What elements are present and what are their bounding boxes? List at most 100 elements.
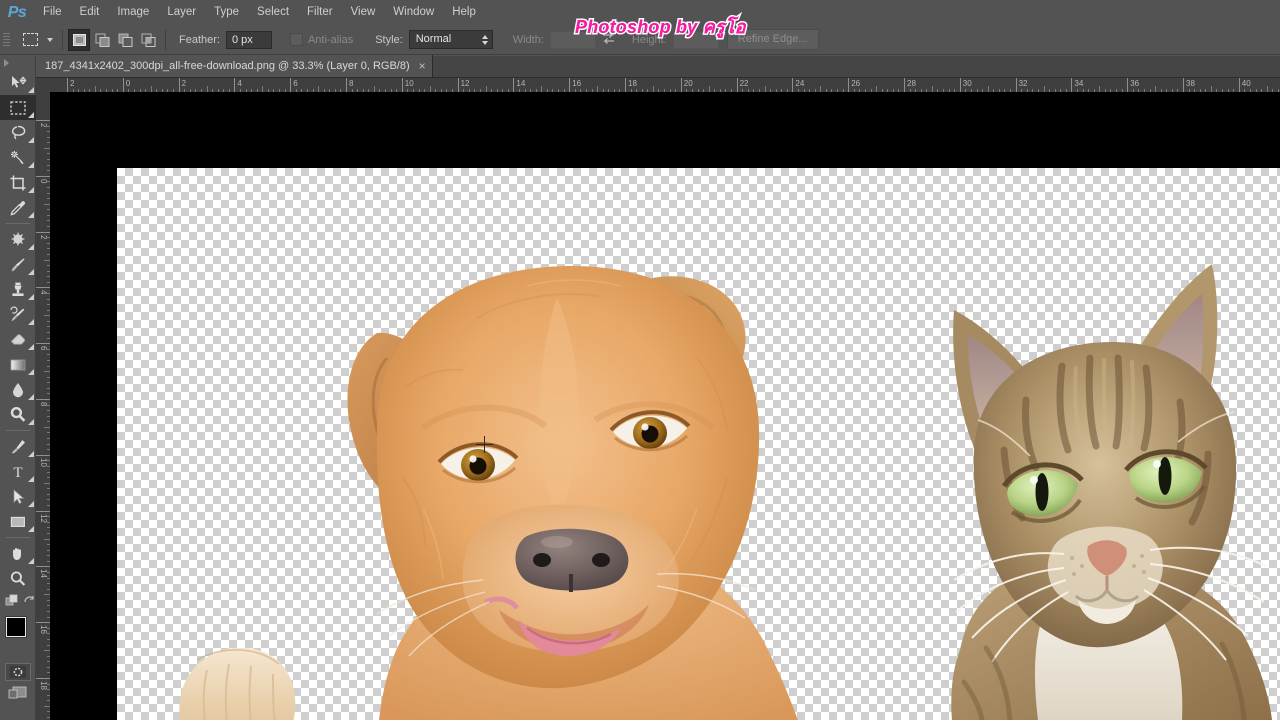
- watermark-text: Photoshop by ครูโอ: [575, 17, 746, 37]
- ruler-label: 2: [181, 79, 187, 88]
- divider: [0, 534, 35, 541]
- ruler-label: 40: [1241, 79, 1251, 88]
- rectangular-marquee-icon[interactable]: [17, 28, 43, 52]
- new-selection-button[interactable]: [68, 28, 90, 51]
- ruler-label: 4: [39, 290, 48, 295]
- menu-filter[interactable]: Filter: [298, 0, 342, 25]
- ruler-label: 14: [39, 569, 48, 579]
- close-icon[interactable]: ×: [419, 60, 426, 72]
- document-tab-bar: 187_4341x2402_300dpi_all-free-download.p…: [36, 55, 1280, 78]
- dodge-tool[interactable]: [0, 402, 36, 427]
- intersect-with-selection-button[interactable]: [137, 28, 159, 51]
- path-selection-tool[interactable]: [0, 484, 36, 509]
- ruler-label: 12: [39, 513, 48, 523]
- feather-label: Feather:: [179, 33, 220, 46]
- gradient-tool[interactable]: [0, 352, 36, 377]
- quick-mask-button[interactable]: [4, 663, 31, 681]
- brush-tool[interactable]: [0, 252, 36, 277]
- blur-tool[interactable]: [0, 377, 36, 402]
- divider: [165, 29, 166, 50]
- feather-input[interactable]: 0 px: [225, 30, 272, 49]
- ruler-label: 2: [39, 123, 48, 128]
- document-tab[interactable]: 187_4341x2402_300dpi_all-free-download.p…: [36, 55, 433, 77]
- menu-layer[interactable]: Layer: [158, 0, 205, 25]
- spot-healing-brush-tool[interactable]: [0, 227, 36, 252]
- subtract-from-selection-button[interactable]: [114, 28, 136, 51]
- rectangle-tool[interactable]: [0, 509, 36, 534]
- eraser-tool[interactable]: [0, 327, 36, 352]
- menu-view[interactable]: View: [342, 0, 385, 25]
- rectangular-marquee-tool[interactable]: [0, 95, 36, 120]
- width-label: Width:: [512, 33, 544, 46]
- clone-stamp-tool[interactable]: [0, 277, 36, 302]
- style-select-value: Normal: [415, 33, 452, 45]
- ruler-label: 16: [39, 625, 48, 635]
- tools-panel: T: [0, 56, 36, 720]
- ruler-label: 32: [1018, 79, 1028, 88]
- horizontal-ruler[interactable]: 2 0 2 4 6 8 10 12 14 16 18 20 22 24 26 28 30 32 34 36 38 40: [36, 78, 1280, 92]
- ruler-label: 34: [1074, 79, 1084, 88]
- ruler-label: 6: [39, 346, 48, 351]
- menu-help[interactable]: Help: [443, 0, 485, 25]
- ruler-label: 36: [1130, 79, 1140, 88]
- anti-alias-label: Anti-alias: [307, 33, 354, 46]
- ruler-label: 0: [125, 79, 131, 88]
- eyedropper-tool[interactable]: [0, 195, 36, 220]
- crop-tool[interactable]: [0, 170, 36, 195]
- ruler-label: 2: [70, 79, 75, 88]
- photoshop-window: Ps File Edit Image Layer Type Select Fil…: [0, 0, 1280, 720]
- stepper-icon: [481, 34, 488, 45]
- pen-tool[interactable]: [0, 434, 36, 459]
- ruler-label: 18: [628, 79, 637, 88]
- ruler-label: 26: [851, 79, 861, 88]
- vertical-ruler[interactable]: 2 0 2 4 6 8 10 12 14 16 18: [36, 92, 50, 720]
- options-bar-grip[interactable]: [3, 31, 13, 49]
- ruler-label: 38: [1186, 79, 1195, 88]
- ruler-label: 20: [683, 79, 693, 88]
- add-to-selection-button[interactable]: [91, 28, 113, 51]
- dog-paw: [137, 640, 357, 720]
- ruler-label: 6: [293, 79, 298, 88]
- zoom-tool[interactable]: [0, 566, 36, 591]
- ruler-label: 0: [39, 178, 48, 184]
- tools-panel-grip[interactable]: [0, 56, 35, 70]
- menu-file[interactable]: File: [34, 0, 71, 25]
- image-canvas[interactable]: [117, 168, 1280, 720]
- divider: [0, 427, 35, 434]
- color-swatches[interactable]: [0, 613, 36, 659]
- history-brush-tool[interactable]: [0, 302, 36, 327]
- menu-type[interactable]: Type: [205, 0, 248, 25]
- menu-select[interactable]: Select: [248, 0, 298, 25]
- ruler-label: 2: [39, 234, 48, 240]
- tool-preset-chevron-down-icon[interactable]: [43, 28, 57, 52]
- cat-right-eye: [1124, 449, 1208, 510]
- move-tool[interactable]: [0, 70, 36, 95]
- lasso-tool[interactable]: [0, 120, 36, 145]
- menu-window[interactable]: Window: [384, 0, 443, 25]
- ruler-label: 18: [39, 681, 48, 690]
- ruler-label: 14: [516, 79, 526, 88]
- dog-photo: [227, 178, 927, 720]
- cat-photo: [912, 250, 1280, 720]
- horizontal-type-tool[interactable]: T: [0, 459, 36, 484]
- document-tab-title: 187_4341x2402_300dpi_all-free-download.p…: [45, 60, 410, 72]
- cat-left-eye: [1001, 462, 1084, 524]
- style-select[interactable]: Normal: [408, 30, 493, 49]
- selection-mode-group: [68, 28, 160, 51]
- hand-tool[interactable]: [0, 541, 36, 566]
- screen-mode-button[interactable]: [0, 681, 36, 705]
- menu-image[interactable]: Image: [108, 0, 158, 25]
- photoshop-logo-icon: Ps: [7, 3, 27, 21]
- canvas-work-area[interactable]: [50, 92, 1280, 720]
- quick-selection-tool[interactable]: [0, 145, 36, 170]
- menu-edit[interactable]: Edit: [71, 0, 109, 25]
- anti-alias-checkbox[interactable]: [289, 33, 303, 46]
- ruler-label: 28: [907, 79, 916, 88]
- svg-text:T: T: [13, 465, 22, 481]
- ruler-label: 12: [460, 79, 470, 88]
- divider: [0, 220, 35, 227]
- ruler-label: 10: [39, 457, 48, 467]
- foreground-color-swatch[interactable]: [6, 617, 26, 637]
- divider: [62, 29, 63, 50]
- ruler-label: 8: [39, 402, 48, 407]
